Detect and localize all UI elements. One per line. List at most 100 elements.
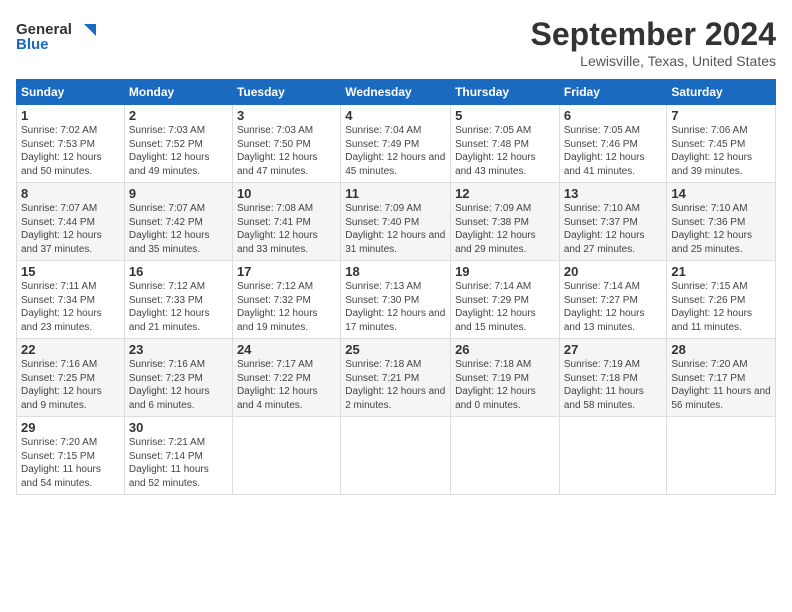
day-number: 11	[345, 186, 446, 201]
day-number: 16	[129, 264, 228, 279]
table-row: 7 Sunrise: 7:06 AM Sunset: 7:45 PM Dayli…	[667, 105, 776, 183]
day-number: 23	[129, 342, 228, 357]
day-info: Sunrise: 7:16 AM Sunset: 7:23 PM Dayligh…	[129, 358, 228, 412]
day-number: 17	[237, 264, 336, 279]
day-number: 13	[564, 186, 663, 201]
day-info: Sunrise: 7:10 AM Sunset: 7:37 PM Dayligh…	[564, 202, 663, 256]
day-info: Sunrise: 7:07 AM Sunset: 7:44 PM Dayligh…	[21, 202, 120, 256]
logo-icon: General Blue	[16, 16, 106, 56]
day-info: Sunrise: 7:09 AM Sunset: 7:40 PM Dayligh…	[345, 202, 446, 256]
table-row: 20 Sunrise: 7:14 AM Sunset: 7:27 PM Dayl…	[559, 261, 667, 339]
table-row: 3 Sunrise: 7:03 AM Sunset: 7:50 PM Dayli…	[232, 105, 340, 183]
table-row: 30 Sunrise: 7:21 AM Sunset: 7:14 PM Dayl…	[124, 417, 232, 495]
calendar-week-row: 22 Sunrise: 7:16 AM Sunset: 7:25 PM Dayl…	[17, 339, 776, 417]
table-row	[451, 417, 560, 495]
day-number: 5	[455, 108, 555, 123]
day-info: Sunrise: 7:18 AM Sunset: 7:21 PM Dayligh…	[345, 358, 446, 412]
day-info: Sunrise: 7:18 AM Sunset: 7:19 PM Dayligh…	[455, 358, 555, 412]
table-row: 10 Sunrise: 7:08 AM Sunset: 7:41 PM Dayl…	[232, 183, 340, 261]
table-row: 16 Sunrise: 7:12 AM Sunset: 7:33 PM Dayl…	[124, 261, 232, 339]
day-info: Sunrise: 7:19 AM Sunset: 7:18 PM Dayligh…	[564, 358, 663, 412]
table-row	[667, 417, 776, 495]
day-info: Sunrise: 7:17 AM Sunset: 7:22 PM Dayligh…	[237, 358, 336, 412]
day-number: 3	[237, 108, 336, 123]
day-info: Sunrise: 7:09 AM Sunset: 7:38 PM Dayligh…	[455, 202, 555, 256]
day-number: 22	[21, 342, 120, 357]
table-row: 29 Sunrise: 7:20 AM Sunset: 7:15 PM Dayl…	[17, 417, 125, 495]
table-row	[232, 417, 340, 495]
day-info: Sunrise: 7:12 AM Sunset: 7:32 PM Dayligh…	[237, 280, 336, 334]
day-number: 27	[564, 342, 663, 357]
day-info: Sunrise: 7:04 AM Sunset: 7:49 PM Dayligh…	[345, 124, 446, 178]
col-friday: Friday	[559, 80, 667, 105]
day-info: Sunrise: 7:03 AM Sunset: 7:50 PM Dayligh…	[237, 124, 336, 178]
day-info: Sunrise: 7:15 AM Sunset: 7:26 PM Dayligh…	[671, 280, 771, 334]
day-number: 19	[455, 264, 555, 279]
table-row: 11 Sunrise: 7:09 AM Sunset: 7:40 PM Dayl…	[341, 183, 451, 261]
table-row: 13 Sunrise: 7:10 AM Sunset: 7:37 PM Dayl…	[559, 183, 667, 261]
day-number: 30	[129, 420, 228, 435]
day-number: 8	[21, 186, 120, 201]
table-row: 23 Sunrise: 7:16 AM Sunset: 7:23 PM Dayl…	[124, 339, 232, 417]
logo: General Blue	[16, 16, 106, 56]
table-row: 19 Sunrise: 7:14 AM Sunset: 7:29 PM Dayl…	[451, 261, 560, 339]
table-row: 21 Sunrise: 7:15 AM Sunset: 7:26 PM Dayl…	[667, 261, 776, 339]
table-row	[559, 417, 667, 495]
table-row: 26 Sunrise: 7:18 AM Sunset: 7:19 PM Dayl…	[451, 339, 560, 417]
day-info: Sunrise: 7:11 AM Sunset: 7:34 PM Dayligh…	[21, 280, 120, 334]
day-info: Sunrise: 7:05 AM Sunset: 7:48 PM Dayligh…	[455, 124, 555, 178]
day-info: Sunrise: 7:08 AM Sunset: 7:41 PM Dayligh…	[237, 202, 336, 256]
table-row: 4 Sunrise: 7:04 AM Sunset: 7:49 PM Dayli…	[341, 105, 451, 183]
table-row: 25 Sunrise: 7:18 AM Sunset: 7:21 PM Dayl…	[341, 339, 451, 417]
day-number: 9	[129, 186, 228, 201]
day-number: 7	[671, 108, 771, 123]
day-number: 21	[671, 264, 771, 279]
table-row: 2 Sunrise: 7:03 AM Sunset: 7:52 PM Dayli…	[124, 105, 232, 183]
day-number: 25	[345, 342, 446, 357]
day-number: 24	[237, 342, 336, 357]
day-number: 6	[564, 108, 663, 123]
calendar-header-row: Sunday Monday Tuesday Wednesday Thursday…	[17, 80, 776, 105]
calendar-week-row: 8 Sunrise: 7:07 AM Sunset: 7:44 PM Dayli…	[17, 183, 776, 261]
table-row: 5 Sunrise: 7:05 AM Sunset: 7:48 PM Dayli…	[451, 105, 560, 183]
header: General Blue September 2024 Lewisville, …	[16, 16, 776, 69]
col-saturday: Saturday	[667, 80, 776, 105]
day-number: 2	[129, 108, 228, 123]
day-info: Sunrise: 7:16 AM Sunset: 7:25 PM Dayligh…	[21, 358, 120, 412]
table-row: 9 Sunrise: 7:07 AM Sunset: 7:42 PM Dayli…	[124, 183, 232, 261]
table-row: 8 Sunrise: 7:07 AM Sunset: 7:44 PM Dayli…	[17, 183, 125, 261]
calendar-week-row: 29 Sunrise: 7:20 AM Sunset: 7:15 PM Dayl…	[17, 417, 776, 495]
day-number: 26	[455, 342, 555, 357]
table-row: 1 Sunrise: 7:02 AM Sunset: 7:53 PM Dayli…	[17, 105, 125, 183]
month-title: September 2024	[531, 16, 776, 53]
day-number: 29	[21, 420, 120, 435]
day-number: 1	[21, 108, 120, 123]
day-info: Sunrise: 7:06 AM Sunset: 7:45 PM Dayligh…	[671, 124, 771, 178]
day-info: Sunrise: 7:12 AM Sunset: 7:33 PM Dayligh…	[129, 280, 228, 334]
day-info: Sunrise: 7:07 AM Sunset: 7:42 PM Dayligh…	[129, 202, 228, 256]
day-info: Sunrise: 7:05 AM Sunset: 7:46 PM Dayligh…	[564, 124, 663, 178]
col-tuesday: Tuesday	[232, 80, 340, 105]
day-number: 12	[455, 186, 555, 201]
day-number: 4	[345, 108, 446, 123]
col-wednesday: Wednesday	[341, 80, 451, 105]
table-row: 18 Sunrise: 7:13 AM Sunset: 7:30 PM Dayl…	[341, 261, 451, 339]
location: Lewisville, Texas, United States	[531, 53, 776, 69]
svg-text:Blue: Blue	[16, 36, 49, 53]
day-info: Sunrise: 7:13 AM Sunset: 7:30 PM Dayligh…	[345, 280, 446, 334]
calendar-week-row: 15 Sunrise: 7:11 AM Sunset: 7:34 PM Dayl…	[17, 261, 776, 339]
day-number: 20	[564, 264, 663, 279]
col-sunday: Sunday	[17, 80, 125, 105]
table-row	[341, 417, 451, 495]
title-block: September 2024 Lewisville, Texas, United…	[531, 16, 776, 69]
day-number: 10	[237, 186, 336, 201]
day-number: 18	[345, 264, 446, 279]
day-info: Sunrise: 7:03 AM Sunset: 7:52 PM Dayligh…	[129, 124, 228, 178]
day-info: Sunrise: 7:02 AM Sunset: 7:53 PM Dayligh…	[21, 124, 120, 178]
calendar-container: General Blue September 2024 Lewisville, …	[0, 0, 792, 612]
day-info: Sunrise: 7:20 AM Sunset: 7:15 PM Dayligh…	[21, 436, 120, 490]
table-row: 15 Sunrise: 7:11 AM Sunset: 7:34 PM Dayl…	[17, 261, 125, 339]
day-number: 28	[671, 342, 771, 357]
table-row: 27 Sunrise: 7:19 AM Sunset: 7:18 PM Dayl…	[559, 339, 667, 417]
table-row: 22 Sunrise: 7:16 AM Sunset: 7:25 PM Dayl…	[17, 339, 125, 417]
